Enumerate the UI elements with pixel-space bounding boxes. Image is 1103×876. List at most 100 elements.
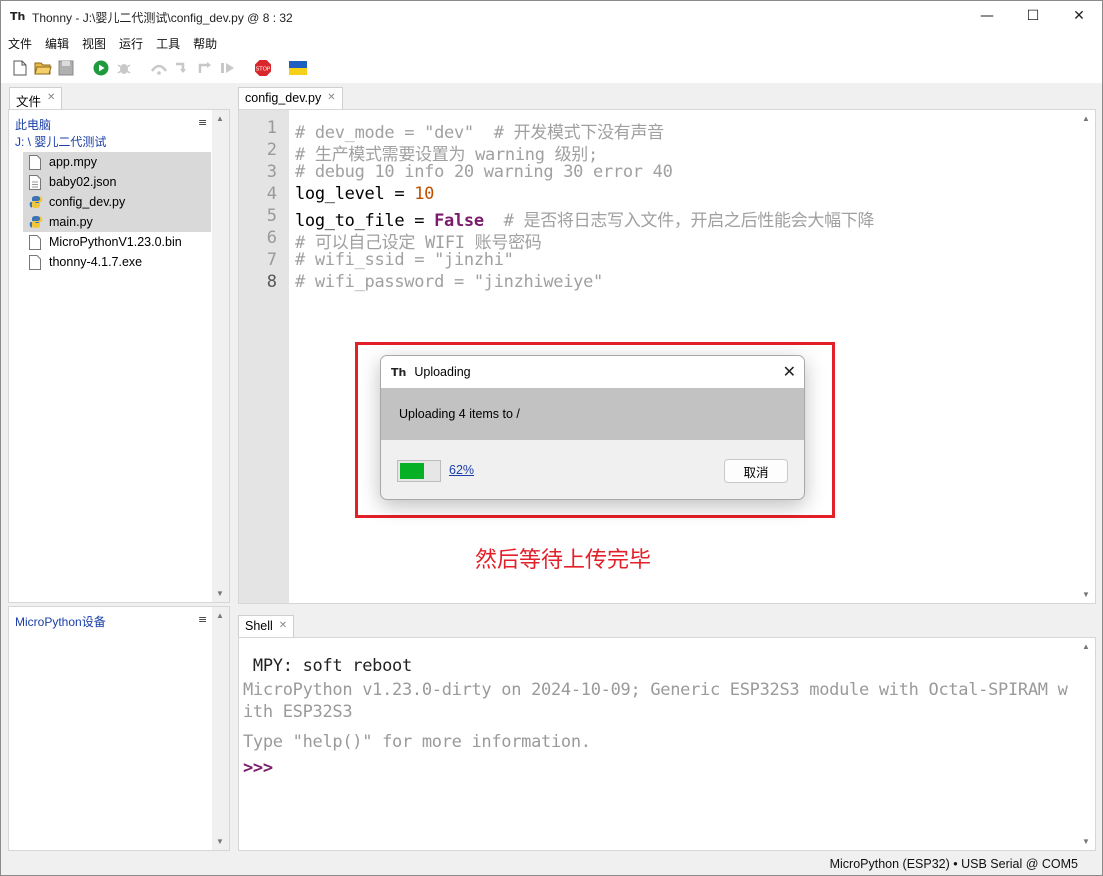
device-pane: MicroPython设备 ≡ ▲ ▼ <box>8 606 230 851</box>
device-menu-icon[interactable]: ≡ <box>198 613 207 626</box>
line-number: 8 <box>266 272 277 292</box>
step-into-icon[interactable] <box>173 59 191 77</box>
progress-fill <box>400 463 424 479</box>
menu-file[interactable]: 文件 <box>8 35 32 52</box>
python-file-icon <box>29 215 43 230</box>
scroll-down-icon[interactable]: ▼ <box>1082 590 1090 599</box>
shell-output-line: MPY: soft reboot <box>243 656 412 676</box>
scroll-down-icon[interactable]: ▼ <box>1082 837 1090 846</box>
shell-scrollbar[interactable]: ▲ ▼ <box>1078 638 1095 850</box>
shell-output-line: ith ESP32S3 <box>243 702 353 722</box>
stop-label: STOP <box>256 67 271 73</box>
editor-scrollbar[interactable]: ▲ ▼ <box>1078 110 1095 603</box>
menu-bar: 文件 编辑 视图 运行 工具 帮助 <box>1 33 1102 53</box>
shell-prompt[interactable]: >>> <box>243 758 273 778</box>
progress-percent[interactable]: 62% <box>449 463 474 477</box>
menu-help[interactable]: 帮助 <box>193 35 217 52</box>
debug-icon[interactable] <box>115 59 133 77</box>
close-icon[interactable]: ✕ <box>279 619 287 633</box>
list-item[interactable]: app.mpy <box>23 152 211 172</box>
tab-files-label: 文件 <box>16 95 42 109</box>
shell-output-line: Type "help()" for more information. <box>243 732 591 752</box>
files-pane: 此电脑 ≡ J: \ 婴儿二代测试 app.mpy baby02.json co… <box>8 109 230 603</box>
close-icon[interactable]: ✕ <box>327 91 335 105</box>
ukraine-flag-icon[interactable] <box>289 59 307 77</box>
code-line[interactable]: # debug 10 info 20 warning 30 error 40 <box>295 162 673 182</box>
close-window-button[interactable]: ✕ <box>1056 1 1102 31</box>
thonny-logo-icon: Th <box>391 365 407 379</box>
line-number: 1 <box>266 118 277 138</box>
files-scrollbar[interactable]: ▲ ▼ <box>212 110 229 602</box>
code-number: 10 <box>414 184 435 204</box>
line-number-gutter: 1 2 3 4 5 6 7 8 <box>239 110 289 603</box>
device-title[interactable]: MicroPython设备 <box>15 613 106 630</box>
device-scrollbar[interactable]: ▲ ▼ <box>212 607 229 850</box>
files-menu-icon[interactable]: ≡ <box>198 116 207 129</box>
editor-tabstrip: config_dev.py ✕ <box>237 85 1097 110</box>
list-item[interactable]: MicroPythonV1.23.0.bin <box>23 232 211 252</box>
code-comment: # wifi_password = "jinzhiweiye" <box>295 272 603 292</box>
step-over-icon[interactable] <box>150 59 168 77</box>
code-line[interactable]: # wifi_ssid = "jinzhi" <box>295 250 514 270</box>
tab-config-dev[interactable]: config_dev.py ✕ <box>238 87 343 110</box>
stop-icon[interactable]: STOP <box>254 59 272 77</box>
step-out-icon[interactable] <box>196 59 214 77</box>
current-path[interactable]: J: \ 婴儿二代测试 <box>15 133 106 150</box>
line-number: 2 <box>266 140 277 160</box>
tab-shell-label: Shell <box>245 619 273 633</box>
shell-output-line: MicroPython v1.23.0-dirty on 2024-10-09;… <box>243 680 1068 700</box>
dialog-title: Uploading <box>414 365 471 379</box>
run-icon[interactable] <box>92 59 110 77</box>
list-item[interactable]: thonny-4.1.7.exe <box>23 252 211 272</box>
open-file-icon[interactable] <box>34 59 52 77</box>
code-line[interactable]: log_level = 10 <box>295 184 434 204</box>
annotation-text: 然后等待上传完毕 <box>475 548 652 573</box>
menu-tools[interactable]: 工具 <box>156 35 180 52</box>
upload-progress-bar <box>397 460 441 482</box>
menu-run[interactable]: 运行 <box>119 35 143 52</box>
scroll-up-icon[interactable]: ▲ <box>1082 642 1090 651</box>
list-item[interactable]: config_dev.py <box>23 192 211 212</box>
maximize-button[interactable]: ☐ <box>1010 1 1056 31</box>
dialog-title-bar: Th Uploading ✕ <box>381 356 804 388</box>
scroll-down-icon[interactable]: ▼ <box>216 837 224 846</box>
scroll-up-icon[interactable]: ▲ <box>1082 114 1090 123</box>
new-file-icon[interactable] <box>11 59 29 77</box>
interpreter-status[interactable]: MicroPython (ESP32) • USB Serial @ COM5 <box>830 857 1078 871</box>
tab-files[interactable]: 文件 ✕ <box>9 87 63 110</box>
code-comment: # 是否将日志写入文件，开启之后性能会大幅下降 <box>483 211 875 231</box>
file-icon <box>29 234 41 250</box>
scroll-down-icon[interactable]: ▼ <box>216 589 224 598</box>
cancel-button[interactable]: 取消 <box>724 459 788 483</box>
code-line[interactable]: # wifi_password = "jinzhiweiye" <box>295 272 603 292</box>
thonny-logo-icon: Th <box>10 10 26 23</box>
line-number: 5 <box>266 206 277 226</box>
tab-editor-label: config_dev.py <box>245 91 322 105</box>
shell-tabstrip: Shell ✕ <box>237 613 1097 638</box>
code-text: log_level = <box>295 184 415 204</box>
list-item[interactable]: main.py <box>23 212 211 232</box>
thonny-window: Th Thonny - J:\婴儿二代测试\config_dev.py @ 8 … <box>0 0 1103 876</box>
dialog-close-button[interactable]: ✕ <box>783 362 796 381</box>
menu-edit[interactable]: 编辑 <box>45 35 69 52</box>
resume-icon[interactable] <box>219 59 237 77</box>
save-icon[interactable] <box>57 59 75 77</box>
shell-pane[interactable]: MPY: soft reboot MicroPython v1.23.0-dir… <box>238 637 1096 851</box>
this-pc-label[interactable]: 此电脑 <box>15 116 51 133</box>
scroll-up-icon[interactable]: ▲ <box>216 611 224 620</box>
minimize-button[interactable]: — <box>964 1 1010 31</box>
upload-message: Uploading 4 items to / <box>399 407 520 421</box>
menu-view[interactable]: 视图 <box>82 35 106 52</box>
file-name: MicroPythonV1.23.0.bin <box>49 235 182 249</box>
dialog-message-area: Uploading 4 items to / <box>381 388 804 440</box>
close-icon[interactable]: ✕ <box>47 91 55 105</box>
list-item[interactable]: baby02.json <box>23 172 211 192</box>
toolbar: STOP <box>1 53 1102 83</box>
file-name: main.py <box>49 215 93 229</box>
line-number: 7 <box>266 250 277 270</box>
file-icon <box>29 154 41 170</box>
tab-shell[interactable]: Shell ✕ <box>238 615 295 638</box>
upload-dialog: Th Uploading ✕ Uploading 4 items to / 62… <box>380 355 805 500</box>
scroll-up-icon[interactable]: ▲ <box>216 114 224 123</box>
file-icon <box>29 254 41 270</box>
